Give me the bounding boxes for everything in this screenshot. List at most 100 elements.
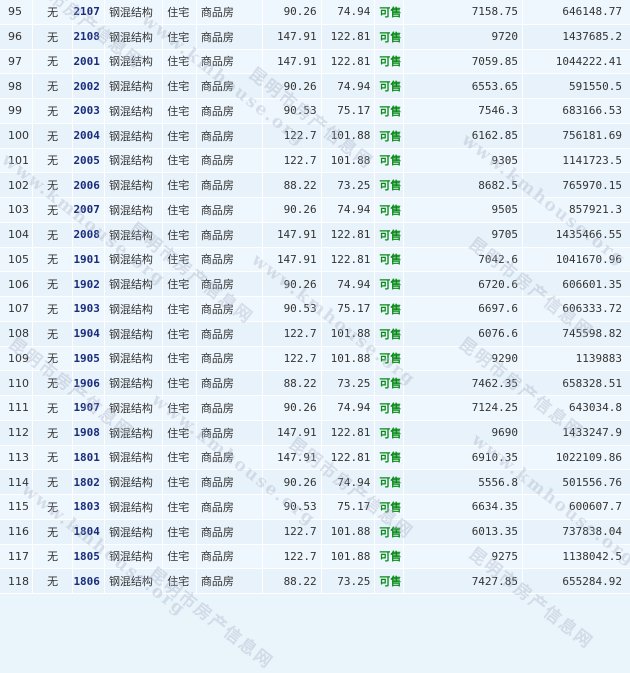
row-index: 99: [0, 99, 34, 123]
room-number-link[interactable]: 1801: [73, 445, 105, 470]
room-number-link[interactable]: 2001: [73, 49, 105, 74]
mortgage-flag: 无: [33, 99, 74, 123]
usage-type: 住宅: [163, 544, 197, 569]
room-number-link[interactable]: 1803: [73, 495, 105, 519]
row-index: 102: [0, 173, 34, 197]
structure-type: 钢混结构: [105, 247, 164, 272]
structure-type: 钢混结构: [105, 420, 164, 445]
building-area: 122.7: [263, 148, 322, 173]
building-area: 90.53: [263, 297, 322, 321]
mortgage-flag: 无: [33, 371, 74, 395]
usage-type: 住宅: [163, 470, 197, 494]
room-number-link[interactable]: 2007: [73, 198, 105, 222]
building-area: 88.22: [263, 173, 322, 197]
property-type: 商品房: [197, 0, 264, 24]
total-price: 600607.7: [569, 500, 622, 514]
table-row: 117 无 1805 钢混结构 住宅 商品房 122.7 101.88 可售 9…: [0, 544, 630, 570]
building-area: 147.91: [263, 420, 322, 445]
sale-status: 可售: [375, 470, 404, 494]
usage-type: 住宅: [163, 569, 197, 593]
total-price: 643034.8: [569, 401, 622, 415]
building-area: 122.7: [263, 346, 322, 371]
room-number-link[interactable]: 1903: [73, 297, 105, 321]
mortgage-flag: 无: [33, 321, 74, 346]
property-type: 商品房: [197, 321, 264, 346]
usage-type: 住宅: [163, 519, 197, 544]
unit-price: 6697.6: [404, 297, 524, 321]
room-number-link[interactable]: 1901: [73, 247, 105, 272]
room-number-link[interactable]: 1804: [73, 519, 105, 544]
property-type: 商品房: [197, 346, 264, 371]
usable-area: 101.88: [322, 123, 376, 148]
room-number-link[interactable]: 1907: [73, 396, 105, 420]
usable-area: 74.94: [322, 198, 376, 222]
room-number-link[interactable]: 1906: [73, 371, 105, 395]
table-row: 116 无 1804 钢混结构 住宅 商品房 122.7 101.88 可售 6…: [0, 519, 630, 545]
table-row: 102 无 2006 钢混结构 住宅 商品房 88.22 73.25 可售 86…: [0, 173, 630, 198]
usable-area: 122.81: [322, 49, 376, 74]
structure-type: 钢混结构: [105, 74, 164, 98]
room-number-link[interactable]: 1802: [73, 470, 105, 494]
sale-status: 可售: [375, 74, 404, 98]
room-number-link[interactable]: 1902: [73, 272, 105, 296]
table-row: 112 无 1908 钢混结构 住宅 商品房 147.91 122.81 可售 …: [0, 420, 630, 446]
unit-price: 9290: [404, 346, 524, 371]
building-area: 147.91: [263, 445, 322, 470]
room-number-link[interactable]: 2008: [73, 222, 105, 247]
usage-type: 住宅: [163, 198, 197, 222]
row-index: 118: [0, 569, 34, 593]
sale-status: 可售: [375, 321, 404, 346]
room-number-link[interactable]: 1805: [73, 544, 105, 569]
total-price: 1435466.55: [555, 228, 622, 242]
table-row: 97 无 2001 钢混结构 住宅 商品房 147.91 122.81 可售 7…: [0, 49, 630, 75]
property-type: 商品房: [197, 445, 264, 470]
row-index: 113: [0, 445, 34, 470]
building-area: 90.26: [263, 272, 322, 296]
mortgage-flag: 无: [33, 495, 74, 519]
usage-type: 住宅: [163, 297, 197, 321]
unit-price: 6013.35: [404, 519, 524, 544]
usable-area: 74.94: [322, 74, 376, 98]
row-index: 112: [0, 420, 34, 445]
row-index: 116: [0, 519, 34, 544]
unit-price: 9705: [404, 222, 524, 247]
room-number-link[interactable]: 2003: [73, 99, 105, 123]
mortgage-flag: 无: [33, 24, 74, 49]
room-number-link[interactable]: 2107: [73, 0, 105, 24]
unit-price: 6634.35: [404, 495, 524, 519]
total-price: 606333.72: [562, 302, 622, 316]
room-number-link[interactable]: 2108: [73, 24, 105, 49]
room-number-link[interactable]: 2006: [73, 173, 105, 197]
usable-area: 122.81: [322, 24, 376, 49]
room-number-link[interactable]: 1806: [73, 569, 105, 593]
room-number-link[interactable]: 1904: [73, 321, 105, 346]
unit-price: 6553.65: [404, 74, 524, 98]
room-number-link[interactable]: 1908: [73, 420, 105, 445]
room-number-link[interactable]: 2005: [73, 148, 105, 173]
structure-type: 钢混结构: [105, 346, 164, 371]
mortgage-flag: 无: [33, 396, 74, 420]
total-price: 1139883: [575, 351, 622, 365]
room-number-link[interactable]: 2004: [73, 123, 105, 148]
total-price: 1437685.2: [562, 30, 622, 44]
usage-type: 住宅: [163, 396, 197, 420]
property-type: 商品房: [197, 519, 264, 544]
structure-type: 钢混结构: [105, 272, 164, 296]
unit-price: 9305: [404, 148, 524, 173]
total-price: 737838.04: [562, 525, 622, 539]
total-price: 658328.51: [562, 376, 622, 390]
mortgage-flag: 无: [33, 272, 74, 296]
property-type: 商品房: [197, 49, 264, 74]
total-price: 1138042.5: [562, 549, 622, 563]
usage-type: 住宅: [163, 49, 197, 74]
room-number-link[interactable]: 2002: [73, 74, 105, 98]
usable-area: 101.88: [322, 544, 376, 569]
usable-area: 75.17: [322, 495, 376, 519]
sale-status: 可售: [375, 346, 404, 371]
sale-status: 可售: [375, 371, 404, 395]
structure-type: 钢混结构: [105, 321, 164, 346]
mortgage-flag: 无: [33, 74, 74, 98]
mortgage-flag: 无: [33, 0, 74, 24]
room-number-link[interactable]: 1905: [73, 346, 105, 371]
total-price: 756181.69: [562, 129, 622, 143]
